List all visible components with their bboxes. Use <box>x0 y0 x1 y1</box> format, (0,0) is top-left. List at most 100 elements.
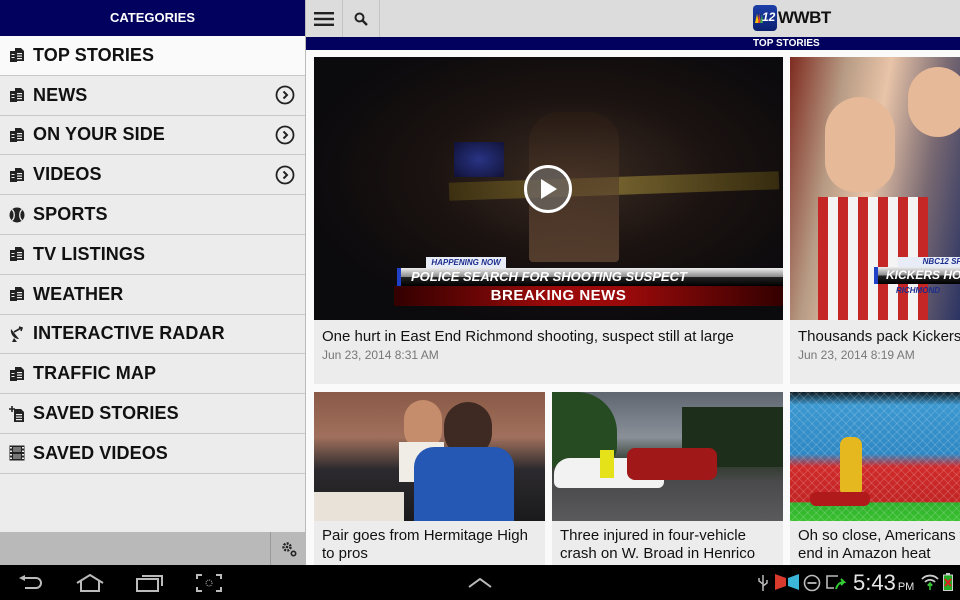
sidebar-item-label: TOP STORIES <box>33 44 155 65</box>
sidebar-item-sports[interactable]: SPORTS <box>0 195 305 235</box>
clock-ampm: PM <box>897 581 915 593</box>
search-button[interactable] <box>343 0 380 37</box>
expand-arrow-icon[interactable] <box>275 165 295 185</box>
sidebar-item-label: TV LISTINGS <box>33 243 146 264</box>
search-icon <box>354 12 368 26</box>
add-document-icon <box>8 405 25 422</box>
sync-icon <box>826 575 846 590</box>
baseball-icon <box>8 206 25 223</box>
sidebar-item-label: INTERACTIVE RADAR <box>33 323 225 344</box>
play-video-button[interactable] <box>524 165 572 213</box>
story-title: Oh so close, Americans w end in Amazon he… <box>798 527 960 563</box>
back-icon[interactable] <box>18 575 44 591</box>
story-thumbnail: NBC12 SPO KICKERS HOST W RICHMOND <box>790 57 960 320</box>
drawer-footer <box>0 532 306 565</box>
screen-mirroring-icon <box>775 574 799 590</box>
story-card[interactable]: Oh so close, Americans w end in Amazon he… <box>790 392 960 565</box>
document-icon <box>8 365 25 382</box>
story-thumbnail <box>790 392 960 521</box>
document-icon <box>8 166 25 183</box>
story-title-line: Pair goes from Hermitage High <box>322 527 528 544</box>
logo-text: WWBT <box>778 8 831 27</box>
wwbt-logo: 12 WWBT <box>753 4 831 32</box>
story-thumbnail <box>552 392 783 521</box>
story-card[interactable]: HAPPENING NOW POLICE SEARCH FOR SHOOTING… <box>314 57 783 384</box>
sidebar-item-interactive-radar[interactable]: INTERACTIVE RADAR <box>0 315 305 355</box>
category-list: TOP STORIES NEWS ON YOUR SIDE VIDEOS SPORTS T… <box>0 36 305 474</box>
story-title-line: crash on W. Broad in Henrico <box>560 545 756 562</box>
story-title-line: Three injured in four-vehicle <box>560 527 746 544</box>
hamburger-menu-icon <box>314 11 334 26</box>
sidebar-item-tv-listings[interactable]: TV LISTINGS <box>0 235 305 275</box>
story-title-line: Oh so close, Americans w <box>798 527 960 544</box>
lower-third-headline: KICKERS HOST W <box>874 267 960 284</box>
sidebar-item-label: WEATHER <box>33 283 124 304</box>
document-icon <box>8 286 25 303</box>
expand-arrow-icon[interactable] <box>275 85 295 105</box>
satellite-dish-icon <box>8 325 25 342</box>
expand-arrow-icon[interactable] <box>275 125 295 145</box>
battery-charging-icon <box>943 573 953 591</box>
settings-button[interactable] <box>270 532 306 565</box>
nbc12-badge: 12 <box>753 5 777 31</box>
usb-icon <box>758 575 768 591</box>
chevron-up-icon[interactable] <box>468 577 492 589</box>
location-tag: RICHMOND <box>896 286 940 295</box>
sidebar-item-weather[interactable]: WEATHER <box>0 275 305 315</box>
sidebar-item-label: SAVED STORIES <box>33 403 179 424</box>
nbc12-sports-tag: NBC12 SPO <box>898 257 960 267</box>
sidebar-item-top-stories[interactable]: TOP STORIES <box>0 36 305 76</box>
story-card[interactable]: NBC12 SPO KICKERS HOST W RICHMOND Thousa… <box>790 57 960 384</box>
story-grid: HAPPENING NOW POLICE SEARCH FOR SHOOTING… <box>306 50 960 565</box>
sidebar-item-on-your-side[interactable]: ON YOUR SIDE <box>0 116 305 156</box>
lower-third-headline: POLICE SEARCH FOR SHOOTING SUSPECT <box>397 268 783 286</box>
sidebar-item-label: ON YOUR SIDE <box>33 124 165 145</box>
status-clock: 5:43 PM <box>853 570 914 596</box>
sidebar-item-label: VIDEOS <box>33 164 102 185</box>
sidebar-item-label: SAVED VIDEOS <box>33 442 168 463</box>
breaking-news-banner: BREAKING NEWS <box>394 286 783 306</box>
drawer-header: CATEGORIES <box>0 0 305 36</box>
document-icon <box>8 87 25 104</box>
wifi-icon <box>921 574 939 590</box>
happening-now-tag: HAPPENING NOW <box>426 257 506 268</box>
story-title: Three injured in four-vehicle crash on W.… <box>560 527 755 563</box>
app-window: CATEGORIES TOP STORIES NEWS ON YOUR SIDE VI… <box>0 0 960 565</box>
story-date: Jun 23, 2014 8:31 AM <box>322 348 439 362</box>
sidebar-item-label: NEWS <box>33 84 88 105</box>
do-not-disturb-icon <box>803 574 821 592</box>
clock-time: 5:43 <box>853 570 896 595</box>
story-thumbnail <box>314 392 545 521</box>
sidebar-item-news[interactable]: NEWS <box>0 76 305 116</box>
logo-number: 12 <box>762 10 776 24</box>
story-title: One hurt in East End Richmond shooting, … <box>322 328 734 345</box>
recent-apps-icon[interactable] <box>136 574 164 592</box>
story-date: Jun 23, 2014 8:19 AM <box>798 348 915 362</box>
story-title: Pair goes from Hermitage High to pros <box>322 527 528 563</box>
story-title: Thousands pack Kickers <box>798 328 960 345</box>
story-title-line: to pros <box>322 545 368 562</box>
categories-drawer: CATEGORIES TOP STORIES NEWS ON YOUR SIDE VI… <box>0 0 306 565</box>
story-card[interactable]: Three injured in four-vehicle crash on W.… <box>552 392 783 565</box>
settings-gears-icon <box>281 541 297 557</box>
sidebar-item-saved-stories[interactable]: SAVED STORIES <box>0 394 305 434</box>
home-icon[interactable] <box>75 574 105 592</box>
screenshot-icon[interactable] <box>196 574 222 592</box>
sidebar-item-label: TRAFFIC MAP <box>33 363 157 384</box>
story-card[interactable]: Pair goes from Hermitage High to pros <box>314 392 545 565</box>
film-icon <box>8 445 25 462</box>
story-thumbnail: HAPPENING NOW POLICE SEARCH FOR SHOOTING… <box>314 57 783 320</box>
document-icon <box>8 246 25 263</box>
section-title: TOP STORIES <box>753 38 820 49</box>
app-toolbar: 12 WWBT <box>306 0 960 37</box>
sidebar-item-saved-videos[interactable]: SAVED VIDEOS <box>0 434 305 474</box>
sidebar-item-traffic-map[interactable]: TRAFFIC MAP <box>0 354 305 395</box>
menu-button[interactable] <box>306 0 343 37</box>
system-navigation-bar: 5:43 PM <box>0 565 960 600</box>
section-title-bar: TOP STORIES <box>306 37 960 50</box>
story-title-line: end in Amazon heat <box>798 545 931 562</box>
document-icon <box>8 47 25 64</box>
sidebar-item-label: SPORTS <box>33 204 108 225</box>
document-icon <box>8 126 25 143</box>
sidebar-item-videos[interactable]: VIDEOS <box>0 155 305 196</box>
